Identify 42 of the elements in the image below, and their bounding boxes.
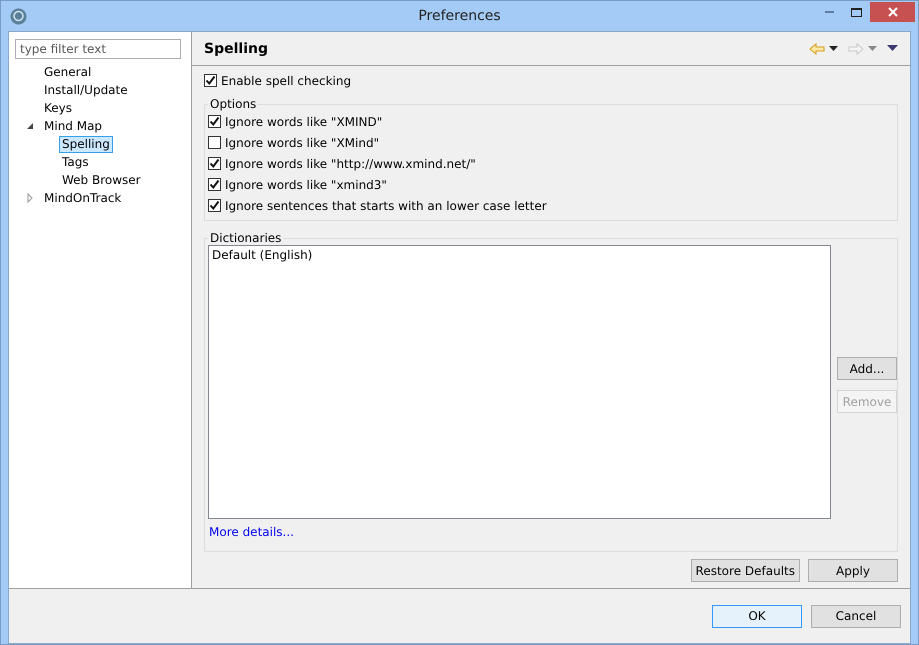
filter-field[interactable]: type filter text (15, 39, 181, 59)
checkbox-label[interactable]: Ignore words like "XMind" (225, 136, 380, 150)
checkbox[interactable] (208, 115, 221, 128)
tree-item[interactable]: Web Browser (59, 172, 144, 188)
checkbox[interactable] (204, 74, 217, 87)
collapsed-arrow-icon[interactable] (25, 193, 35, 203)
checkbox-label[interactable]: Enable spell checking (221, 74, 352, 88)
checkbox[interactable] (208, 199, 221, 212)
tree-item[interactable]: Spelling (59, 136, 113, 152)
tree-item[interactable]: Mind Map (41, 118, 106, 134)
page-title: Spelling (204, 40, 268, 56)
minimize-icon (824, 10, 834, 14)
list-item[interactable]: Default (English) (212, 248, 827, 262)
maximize-icon (851, 8, 862, 16)
apply-button[interactable]: Apply (808, 559, 898, 582)
tree-item[interactable]: General (41, 64, 94, 80)
checkbox[interactable] (208, 178, 221, 191)
restore-defaults-button[interactable]: Restore Defaults (690, 559, 800, 582)
app-icon (10, 8, 27, 24)
group-title: Options (209, 97, 258, 111)
window-title: Preferences (418, 8, 501, 24)
more-details-link[interactable]: More details... (209, 525, 294, 539)
close-button[interactable] (870, 2, 915, 22)
menu-icon[interactable] (887, 45, 898, 52)
close-icon (888, 7, 898, 17)
checkbox-label[interactable]: Ignore words like "xmind3" (225, 178, 387, 192)
add-button[interactable]: Add... (837, 357, 897, 380)
tree-item[interactable]: Tags (59, 154, 92, 170)
checkbox[interactable] (208, 136, 221, 149)
tree-item[interactable]: Keys (41, 100, 76, 116)
dropdown-icon[interactable] (829, 46, 838, 52)
checkbox-label[interactable]: Ignore words like "XMIND" (225, 114, 382, 128)
tree-item[interactable]: MindOnTrack (41, 190, 124, 206)
expanded-arrow-icon[interactable] (25, 121, 35, 131)
tree-item[interactable]: Install/Update (41, 82, 131, 98)
checkbox-label[interactable]: Ignore sentences that starts with an lower case letter (225, 198, 547, 212)
checkbox-label[interactable]: Ignore words like "http://www.xmind.net/" (225, 156, 476, 170)
checkbox[interactable] (208, 157, 221, 170)
ok-button[interactable]: OK (712, 604, 802, 628)
dictionary-list[interactable]: Default (English) (208, 245, 831, 519)
cancel-button[interactable]: Cancel (811, 604, 901, 628)
group-title: Dictionaries (209, 231, 282, 245)
